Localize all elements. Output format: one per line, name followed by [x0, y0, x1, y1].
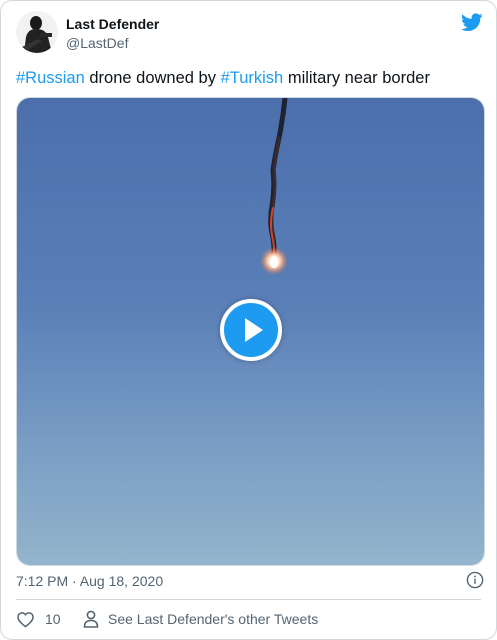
other-tweets-label: See Last Defender's other Tweets [108, 611, 319, 627]
tweet-text-segment: drone downed by [84, 69, 221, 87]
tweet-text: #Russian drone downed by #Turkish milita… [16, 68, 481, 88]
divider [16, 599, 481, 600]
author-name[interactable]: Last Defender [66, 16, 159, 32]
person-icon [83, 610, 99, 628]
twitter-bird-icon[interactable] [461, 13, 483, 32]
hashtag-link[interactable]: #Russian [16, 69, 85, 87]
like-button[interactable]: 10 [16, 609, 61, 629]
author-handle[interactable]: @LastDef [66, 35, 128, 51]
play-icon [245, 318, 263, 342]
hashtag-link[interactable]: #Turkish [221, 69, 284, 87]
video-player[interactable] [16, 97, 485, 566]
heart-icon [17, 611, 34, 627]
tweet-card: Last Defender @LastDef #Russian drone do… [0, 0, 497, 640]
avatar[interactable] [16, 11, 58, 53]
info-icon[interactable] [466, 571, 484, 589]
like-count: 10 [45, 611, 61, 627]
tweet-text-segment: military near border [283, 69, 430, 87]
tweet-timestamp[interactable]: 7:12 PM · Aug 18, 2020 [16, 573, 163, 589]
play-button[interactable] [220, 299, 282, 361]
other-tweets-link[interactable]: See Last Defender's other Tweets [83, 609, 318, 629]
avatar-figure-icon [16, 11, 58, 53]
